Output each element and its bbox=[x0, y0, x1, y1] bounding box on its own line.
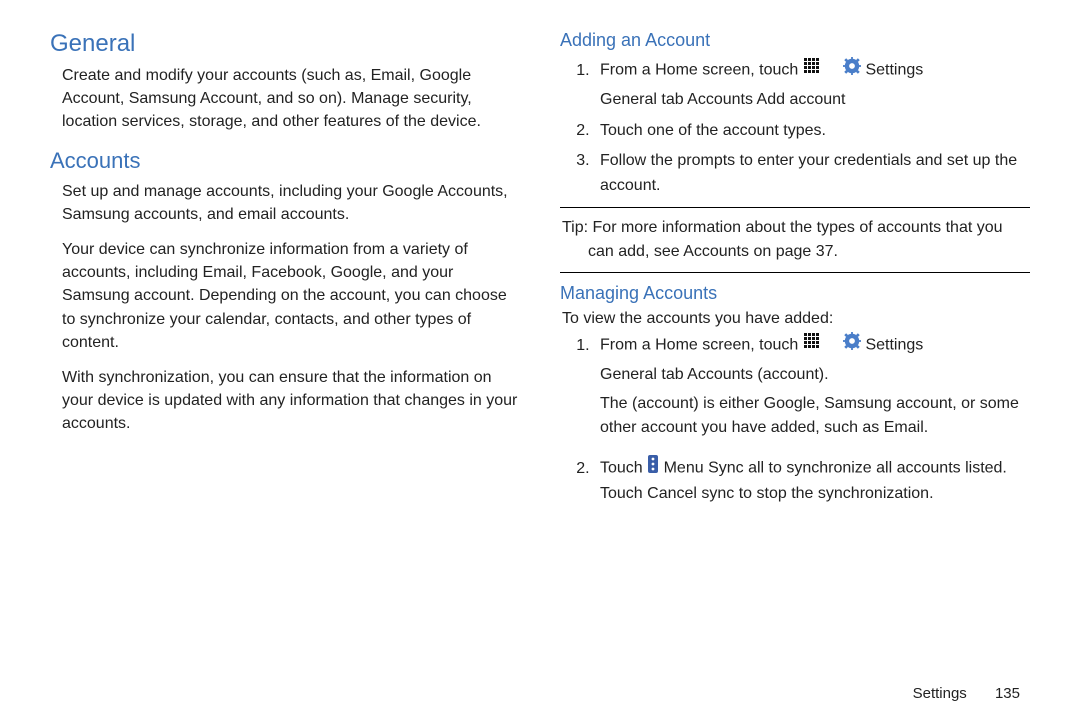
footer-page-number: 135 bbox=[995, 685, 1020, 702]
tip-label: Tip: bbox=[562, 219, 588, 236]
managing-intro: To view the accounts you have added: bbox=[562, 310, 1030, 328]
accounts-para-1: Set up and manage accounts, including yo… bbox=[62, 180, 520, 226]
managing-step1-text-a: From a Home screen, touch bbox=[600, 337, 803, 354]
managing-step-1: From a Home screen, touch bbox=[594, 332, 1030, 441]
managing-step2-text-b: Menu Sync all to synchronize all account… bbox=[600, 460, 1007, 502]
managing-step1-explain: The (account) is either Google, Samsung … bbox=[600, 392, 1030, 442]
general-body: Create and modify your accounts (such as… bbox=[62, 64, 520, 134]
heading-general: General bbox=[50, 30, 520, 58]
adding-step1-line2: General tab Accounts Add account bbox=[600, 88, 1030, 113]
apps-grid-icon bbox=[803, 332, 821, 359]
manual-page: General Create and modify your accounts … bbox=[0, 0, 1080, 720]
adding-step1-text-b: Settings bbox=[865, 62, 923, 79]
right-column: Adding an Account From a Home screen, to… bbox=[540, 20, 1050, 710]
adding-steps: From a Home screen, touch bbox=[572, 57, 1030, 199]
adding-step-1: From a Home screen, touch bbox=[594, 57, 1030, 113]
footer-section: Settings bbox=[913, 685, 967, 702]
accounts-para-3: With synchronization, you can ensure tha… bbox=[62, 366, 520, 436]
tip-body-1: For more information about the types of … bbox=[593, 219, 1003, 236]
page-footer: Settings 135 bbox=[913, 685, 1020, 702]
menu-dots-icon bbox=[647, 455, 659, 482]
adding-step1-text-a: From a Home screen, touch bbox=[600, 62, 803, 79]
managing-step-2: Touch Menu Sync all to synchronize all a… bbox=[594, 455, 1030, 507]
managing-step1-line2: General tab Accounts (account). bbox=[600, 363, 1030, 388]
heading-managing-accounts: Managing Accounts bbox=[560, 283, 1030, 304]
adding-step-3: Follow the prompts to enter your credent… bbox=[594, 149, 1030, 199]
divider-bottom bbox=[560, 272, 1030, 273]
divider-top bbox=[560, 207, 1030, 208]
tip-block: Tip: For more information about the type… bbox=[560, 216, 1030, 264]
settings-gear-icon bbox=[843, 57, 861, 84]
managing-step1-text-b: Settings bbox=[865, 337, 923, 354]
managing-steps: From a Home screen, touch bbox=[572, 332, 1030, 507]
tip-body-2: can add, see Accounts on page 37. bbox=[562, 240, 1030, 264]
accounts-para-2: Your device can synchronize information … bbox=[62, 238, 520, 354]
heading-accounts: Accounts bbox=[50, 148, 520, 174]
adding-step-2: Touch one of the account types. bbox=[594, 119, 1030, 144]
left-column: General Create and modify your accounts … bbox=[50, 20, 540, 710]
managing-step2-text-a: Touch bbox=[600, 460, 647, 477]
apps-grid-icon bbox=[803, 57, 821, 84]
settings-gear-icon bbox=[843, 332, 861, 359]
heading-adding-account: Adding an Account bbox=[560, 30, 1030, 51]
